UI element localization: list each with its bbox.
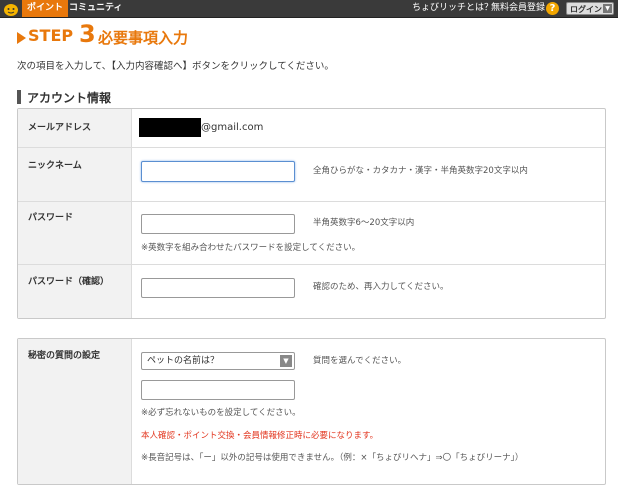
password-label: パスワード xyxy=(28,213,74,223)
secret-note: ※必ず忘れないものを設定してください。 xyxy=(141,408,301,418)
register-link[interactable]: 無料会員登録 xyxy=(491,0,545,17)
nickname-input[interactable] xyxy=(141,161,295,182)
email-label: メールアドレス xyxy=(28,123,92,133)
step-number: 3 xyxy=(79,20,96,48)
password-hint: 半角英数字6～20文字以内 xyxy=(313,218,415,228)
instruction-text: 次の項目を入力して、【入力内容確認へ】ボタンをクリックしてください。 xyxy=(17,61,334,72)
chobirich-logo-icon[interactable] xyxy=(1,0,21,17)
section-title-account: アカウント情報 xyxy=(27,91,112,105)
page-title: 必要事項入力 xyxy=(98,29,189,47)
row-divider xyxy=(18,147,605,148)
email-domain: @gmail.com xyxy=(201,122,264,133)
tab-point[interactable]: ポイント xyxy=(22,0,69,17)
email-redacted xyxy=(139,118,201,137)
secret-select-hint: 質問を選んでください。 xyxy=(313,356,407,366)
about-link[interactable]: ちょびリッチとは？ xyxy=(412,0,493,17)
long-vowel-note: ※長音記号は、「ー」以外の記号は使用できません。（例：×「ちょびリへナ」⇒〇「ち… xyxy=(141,453,524,463)
password-confirm-hint: 確認のため、再入力してください。 xyxy=(313,282,449,292)
secret-question-select[interactable]: ペットの名前は？ ▼ xyxy=(141,352,295,370)
section-marker xyxy=(17,90,21,104)
secret-warning: 本人確認・ポイント交換・会員情報修正時に必要になります。 xyxy=(141,431,379,441)
row-divider xyxy=(18,201,605,202)
chevron-down-icon: ▼ xyxy=(603,4,612,13)
login-label: ログイン xyxy=(570,5,602,14)
login-button[interactable]: ログイン ▼ xyxy=(566,2,614,15)
help-icon[interactable]: ? xyxy=(546,2,559,15)
tab-community[interactable]: コミュニティ xyxy=(64,0,127,17)
secret-answer-input[interactable] xyxy=(141,380,295,400)
chevron-down-icon: ▼ xyxy=(280,355,292,367)
nickname-hint: 全角ひらがな・カタカナ・漢字・半角英数字20文字以内 xyxy=(313,166,528,176)
secret-question-form: 秘密の質問の設定 ペットの名前は？ ▼ 質問を選んでください。 ※必ず忘れないも… xyxy=(17,338,606,485)
password-confirm-input[interactable] xyxy=(141,278,295,298)
secret-question-label: 秘密の質問の設定 xyxy=(28,351,101,361)
password-input[interactable] xyxy=(141,214,295,234)
secret-question-selected: ペットの名前は？ xyxy=(147,356,220,366)
nickname-label: ニックネーム xyxy=(28,161,82,171)
step-word: STEP xyxy=(28,26,74,45)
account-form: メールアドレス @gmail.com ニックネーム 全角ひらがな・カタカナ・漢字… xyxy=(17,108,606,319)
top-bar: ポイント コミュニティ ちょびリッチとは？ 無料会員登録 ? ログイン ▼ xyxy=(0,0,618,18)
password-note: ※英数字を組み合わせたパスワードを設定してください。 xyxy=(141,243,361,253)
step-arrow-icon xyxy=(17,32,26,44)
password-confirm-label: パスワード（確認） xyxy=(28,277,110,287)
row-divider xyxy=(18,264,605,265)
